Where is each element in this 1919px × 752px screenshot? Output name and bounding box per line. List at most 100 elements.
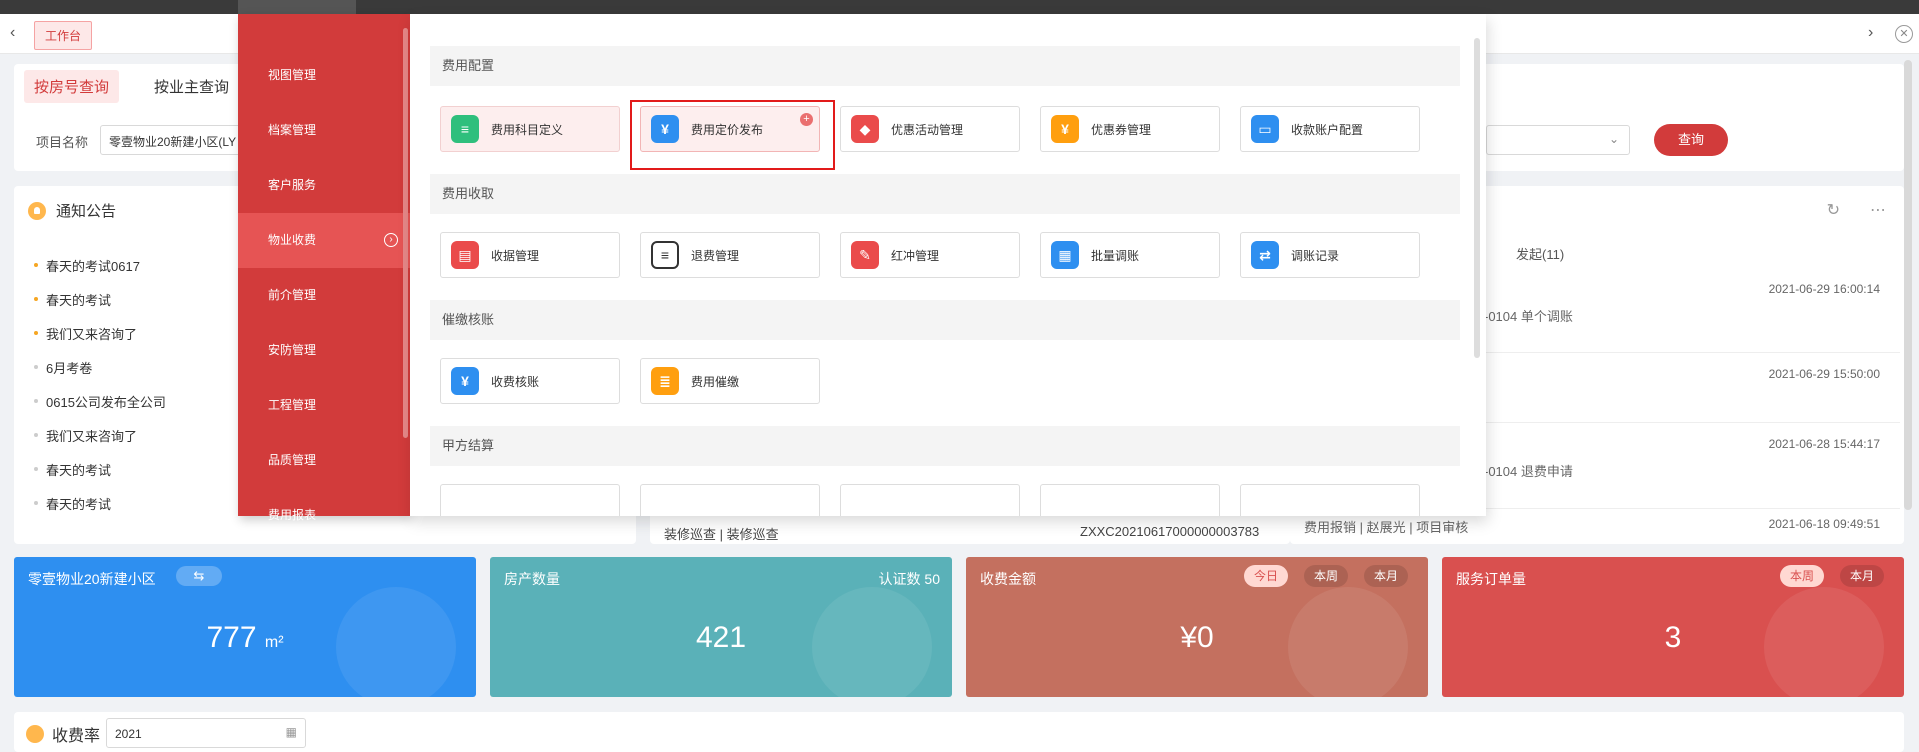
list-item[interactable]: 春天的考试 xyxy=(34,282,166,316)
filter-week[interactable]: 本周 xyxy=(1303,565,1348,587)
tab-scroll-right-icon[interactable]: › xyxy=(1868,24,1873,42)
tile-reconcile[interactable]: ¥ 收费核账 xyxy=(440,358,620,404)
list-item[interactable]: 春天的考试0617 xyxy=(34,248,166,282)
tile-receipt[interactable]: ▤ 收据管理 xyxy=(440,232,620,278)
top-bar-active-segment[interactable] xyxy=(238,0,356,14)
swap-icon[interactable]: ⇆ xyxy=(176,566,222,586)
tile-label: 优惠活动管理 xyxy=(891,122,964,137)
filter-month[interactable]: 本月 xyxy=(1363,565,1408,587)
notice-text: 春天的考试 xyxy=(46,462,112,478)
page-scrollbar[interactable] xyxy=(1904,60,1912,510)
submenu-panel: 费用配置 ≡ 费用科目定义 ¥ 费用定价发布 + ◆ 优惠活动管理 ¥ 优惠券管理 ▭ 收款… xyxy=(410,14,1486,516)
tile-adjust-record[interactable]: ⇄ 调账记录 xyxy=(1240,232,1420,278)
top-bar xyxy=(0,0,1919,14)
list-icon: ≡ xyxy=(451,115,479,143)
tile-coupon[interactable]: ¥ 优惠券管理 xyxy=(1040,106,1220,152)
rate-card: 收费率 2021 ▦ xyxy=(14,712,1904,752)
tile-batch-adjust[interactable]: ▦ 批量调账 xyxy=(1040,232,1220,278)
submenu-scrollbar[interactable] xyxy=(1474,38,1480,358)
tile-label: 批量调账 xyxy=(1091,248,1140,263)
stat-fee: 收费金额 今日 本周 本月 ¥0 xyxy=(966,557,1428,697)
menu-item-view[interactable]: 视图管理 xyxy=(238,48,410,103)
menu-item-preintro[interactable]: 前介管理 xyxy=(238,268,410,323)
tile-label: 优惠券管理 xyxy=(1091,122,1152,137)
notice-text: 6月考卷 xyxy=(46,360,93,376)
list-item[interactable]: 0615公司发布全公司 xyxy=(34,384,166,418)
item-date: 2021-06-28 15:44:17 xyxy=(1768,437,1880,451)
tile-account[interactable]: ▭ 收款账户配置 xyxy=(1240,106,1420,152)
list-item[interactable]: 我们又来咨询了 xyxy=(34,316,166,350)
tile-promotion[interactable]: ◆ 优惠活动管理 xyxy=(840,106,1020,152)
tab-workbench[interactable]: 工作台 xyxy=(34,21,93,50)
heart-hands-icon xyxy=(1764,587,1884,697)
edit-icon: ✎ xyxy=(851,241,879,269)
tab-query-by-owner[interactable]: 按业主查询 xyxy=(144,70,239,103)
tile-label: 调账记录 xyxy=(1291,248,1340,263)
todo-row-title[interactable]: 装修巡查 | 装修巡查 xyxy=(664,524,779,543)
filter-week[interactable]: 本周 xyxy=(1779,565,1824,587)
tag-icon: ◆ xyxy=(851,115,879,143)
menu-item-archive[interactable]: 档案管理 xyxy=(238,103,410,158)
filter-today[interactable]: 今日 xyxy=(1243,565,1288,587)
menu-item-security[interactable]: 安防管理 xyxy=(238,323,410,378)
approval-tools: ↻ ⋯ xyxy=(1827,200,1886,220)
stat-orders: 服务订单量 本周 本月 3 xyxy=(1442,557,1904,697)
query-button[interactable]: 查询 xyxy=(1654,124,1728,156)
tile-partial[interactable] xyxy=(1040,484,1220,516)
tile-label: 收据管理 xyxy=(491,248,540,263)
tile-partial[interactable] xyxy=(840,484,1020,516)
arrow-right-icon: › xyxy=(384,233,398,247)
tile-refund[interactable]: ≡ 退费管理 xyxy=(640,232,820,278)
notice-list: 春天的考试0617 春天的考试 我们又来咨询了 6月考卷 0615公司发布全公司… xyxy=(34,248,166,520)
year-picker[interactable]: 2021 ▦ xyxy=(106,718,306,748)
coupon-icon: ¥ xyxy=(1051,115,1079,143)
item-date: 2021-06-29 16:00:14 xyxy=(1768,282,1880,296)
filter-select[interactable]: ⌄ xyxy=(1486,125,1630,155)
list-item[interactable]: 春天的考试 xyxy=(34,452,166,486)
close-all-tabs-icon[interactable]: ✕ xyxy=(1895,25,1913,43)
more-icon[interactable]: ⋯ xyxy=(1870,200,1886,220)
bell-icon xyxy=(28,201,46,220)
menu-item-quality[interactable]: 品质管理 xyxy=(238,433,410,488)
tile-reversal[interactable]: ✎ 红冲管理 xyxy=(840,232,1020,278)
filter-month[interactable]: 本月 xyxy=(1839,565,1884,587)
record-icon: ⇄ xyxy=(1251,241,1279,269)
dot-icon xyxy=(34,467,38,471)
dot-icon xyxy=(34,399,38,403)
tile-label: 退费管理 xyxy=(691,248,740,263)
list-item[interactable]: 我们又来咨询了 xyxy=(34,418,166,452)
refresh-icon[interactable]: ↻ xyxy=(1827,200,1840,220)
tab-scroll-left-icon[interactable]: ‹ xyxy=(10,24,15,42)
tile-partial[interactable] xyxy=(1240,484,1420,516)
house-icon xyxy=(812,587,932,697)
menu-item-fee[interactable]: 物业收费 › xyxy=(238,213,410,268)
notice-text: 我们又来咨询了 xyxy=(46,428,138,444)
menu-item-customer[interactable]: 客户服务 xyxy=(238,158,410,213)
section-settlement: 甲方结算 xyxy=(430,426,1460,466)
tab-initiated[interactable]: 发起(11) xyxy=(1516,244,1564,263)
year-value: 2021 xyxy=(115,727,142,741)
menu-item-report[interactable]: 费用报表 xyxy=(238,488,410,543)
yen-icon: ¥ xyxy=(451,367,479,395)
project-select[interactable]: 零壹物业20新建小区(LY xyxy=(100,125,260,155)
tile-partial[interactable] xyxy=(440,484,620,516)
tile-partial[interactable] xyxy=(640,484,820,516)
module-menu: 视图管理 档案管理 客户服务 物业收费 › 前介管理 安防管理 工程管理 品质管理… xyxy=(238,14,410,522)
menu-scrollbar[interactable] xyxy=(403,28,408,438)
area-unit: m² xyxy=(264,634,284,651)
rate-icon xyxy=(26,725,44,743)
todo-row-code: ZXXC20210617000000003783 xyxy=(1080,524,1260,539)
batch-icon: ▦ xyxy=(1051,241,1079,269)
menu-item-engineering[interactable]: 工程管理 xyxy=(238,378,410,433)
item-date: 2021-06-18 09:49:51 xyxy=(1768,517,1880,531)
section-fee-config: 费用配置 xyxy=(430,46,1460,86)
dot-icon xyxy=(34,365,38,369)
list-item[interactable]: 春天的考试 xyxy=(34,486,166,520)
tile-fee-subject[interactable]: ≡ 费用科目定义 xyxy=(440,106,620,152)
list-item[interactable]: 6月考卷 xyxy=(34,350,166,384)
tab-query-by-room[interactable]: 按房号查询 xyxy=(24,70,120,103)
item-text: -0104 单个调账 xyxy=(1484,309,1573,324)
yen-icon xyxy=(1288,587,1408,697)
tile-dunning[interactable]: ≣ 费用催缴 xyxy=(640,358,820,404)
area-value: 777 xyxy=(206,621,257,654)
